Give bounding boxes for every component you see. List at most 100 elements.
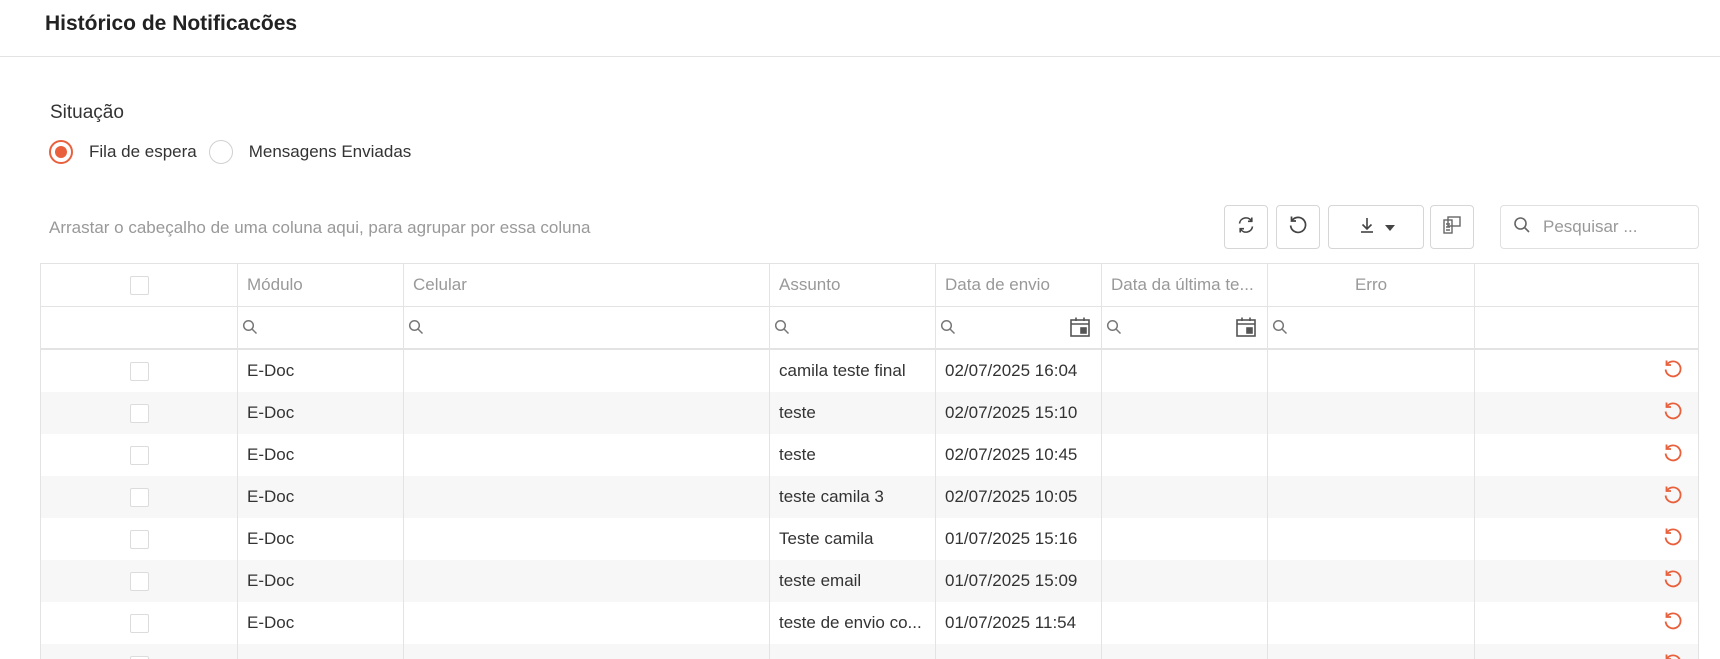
cell-assunto: camila teste final: [770, 350, 936, 392]
column-header-erro[interactable]: Erro: [1268, 264, 1475, 306]
filter-celular[interactable]: [404, 306, 770, 348]
search-icon: [242, 319, 258, 335]
export-dropdown-button[interactable]: [1328, 205, 1424, 249]
cell-modulo: E-Doc: [238, 560, 404, 602]
select-all-checkbox[interactable]: [129, 275, 149, 295]
filter-assunto[interactable]: [770, 306, 936, 348]
cell-celular: [404, 560, 770, 602]
reset-button[interactable]: [1276, 205, 1320, 249]
row-checkbox[interactable]: [129, 571, 149, 591]
cell-celular: [404, 644, 770, 659]
row-checkbox[interactable]: [129, 655, 149, 659]
cell-erro: [1268, 350, 1475, 392]
cell-data-ultima: [1102, 434, 1268, 476]
row-checkbox[interactable]: [129, 445, 149, 465]
cell-modulo: E-Doc: [238, 392, 404, 434]
resend-button[interactable]: [1475, 560, 1698, 602]
resend-button[interactable]: [1475, 350, 1698, 392]
cell-erro: [1268, 644, 1475, 659]
column-chooser-button[interactable]: [1430, 205, 1474, 249]
cell-data-ultima: [1102, 392, 1268, 434]
filter-cell-select: [41, 306, 238, 348]
column-header-assunto[interactable]: Assunto: [770, 264, 936, 306]
row-checkbox[interactable]: [129, 529, 149, 549]
table-row[interactable]: E-Doc teste 02/07/2025 15:10: [41, 392, 1698, 434]
cell-data-ultima: [1102, 560, 1268, 602]
table-row[interactable]: E-Doc teste email 01/07/2025 15:09: [41, 560, 1698, 602]
resend-button[interactable]: [1475, 434, 1698, 476]
radio-label: Mensagens Enviadas: [248, 142, 412, 161]
filter-data-ultima[interactable]: [1102, 306, 1268, 348]
radio-label: Fila de espera: [89, 142, 197, 161]
resend-button[interactable]: [1475, 476, 1698, 518]
cell-data-envio: 02/07/2025 10:45: [936, 434, 1102, 476]
cell-assunto: Teste camila: [770, 518, 936, 560]
calendar-icon[interactable]: [1235, 316, 1257, 343]
cell-modulo: E-Doc: [238, 350, 404, 392]
cell-data-envio: 01/07/2025 15:09: [936, 560, 1102, 602]
cell-data-envio: 02/07/2025 15:10: [936, 392, 1102, 434]
table-row[interactable]: E-Doc teste de envio co... 01/07/2025 11…: [41, 602, 1698, 644]
cell-modulo: E-Doc: [238, 476, 404, 518]
refresh-icon: [1236, 215, 1256, 240]
column-header-celular[interactable]: Celular: [404, 264, 770, 306]
refresh-button[interactable]: [1224, 205, 1268, 249]
cell-modulo: [238, 644, 404, 659]
row-select-cell: [41, 350, 238, 392]
table-row[interactable]: [41, 644, 1698, 659]
cell-assunto: [770, 644, 936, 659]
row-checkbox[interactable]: [129, 403, 149, 423]
cell-erro: [1268, 434, 1475, 476]
resend-button[interactable]: [1475, 392, 1698, 434]
resend-button[interactable]: [1475, 644, 1698, 659]
search-icon: [774, 319, 790, 335]
resend-icon: [1662, 526, 1684, 553]
cell-data-envio: 02/07/2025 16:04: [936, 350, 1102, 392]
filter-data-envio[interactable]: [936, 306, 1102, 348]
group-panel: Arrastar o cabeçalho de uma coluna aqui,…: [49, 218, 591, 237]
table-row[interactable]: E-Doc teste camila 3 02/07/2025 10:05: [41, 476, 1698, 518]
cell-celular: [404, 392, 770, 434]
resend-button[interactable]: [1475, 602, 1698, 644]
radio-circle-checked[interactable]: [49, 140, 73, 164]
cell-data-envio: 02/07/2025 10:05: [936, 476, 1102, 518]
filter-modulo[interactable]: [238, 306, 404, 348]
calendar-icon[interactable]: [1069, 316, 1091, 343]
column-header-data-envio[interactable]: Data de envio: [936, 264, 1102, 306]
cell-erro: [1268, 476, 1475, 518]
column-header-modulo[interactable]: Módulo: [238, 264, 404, 306]
cell-modulo: E-Doc: [238, 434, 404, 476]
search-input[interactable]: [1541, 216, 1695, 238]
row-checkbox[interactable]: [129, 487, 149, 507]
cell-modulo: E-Doc: [238, 518, 404, 560]
radio-fila-de-espera[interactable]: Fila de espera: [49, 140, 197, 164]
resend-button[interactable]: [1475, 518, 1698, 560]
table-row[interactable]: E-Doc teste 02/07/2025 10:45: [41, 434, 1698, 476]
column-header-data-ultima[interactable]: Data da última te...: [1102, 264, 1268, 306]
cell-assunto: teste de envio co...: [770, 602, 936, 644]
cell-celular: [404, 518, 770, 560]
cell-assunto: teste: [770, 434, 936, 476]
row-checkbox[interactable]: [129, 613, 149, 633]
resend-icon: [1662, 400, 1684, 427]
radio-mensagens-enviadas[interactable]: Mensagens Enviadas: [208, 140, 412, 164]
resend-icon: [1662, 442, 1684, 469]
row-select-cell: [41, 560, 238, 602]
grid-search-box[interactable]: [1500, 205, 1699, 249]
filter-erro[interactable]: [1268, 306, 1475, 348]
undo-icon: [1287, 214, 1309, 241]
table-row[interactable]: E-Doc camila teste final 02/07/2025 16:0…: [41, 350, 1698, 392]
situacao-label: Situação: [50, 102, 124, 123]
radio-circle[interactable]: [208, 140, 233, 164]
cell-data-envio: 01/07/2025 15:16: [936, 518, 1102, 560]
row-select-cell: [41, 602, 238, 644]
table-row[interactable]: E-Doc Teste camila 01/07/2025 15:16: [41, 518, 1698, 560]
cell-assunto: teste email: [770, 560, 936, 602]
search-icon: [408, 319, 424, 335]
cell-erro: [1268, 392, 1475, 434]
page-header: Histórico de Notificacões: [0, 0, 1720, 57]
row-select-cell: [41, 392, 238, 434]
resend-icon: [1662, 652, 1684, 659]
row-select-cell: [41, 434, 238, 476]
row-checkbox[interactable]: [129, 361, 149, 381]
